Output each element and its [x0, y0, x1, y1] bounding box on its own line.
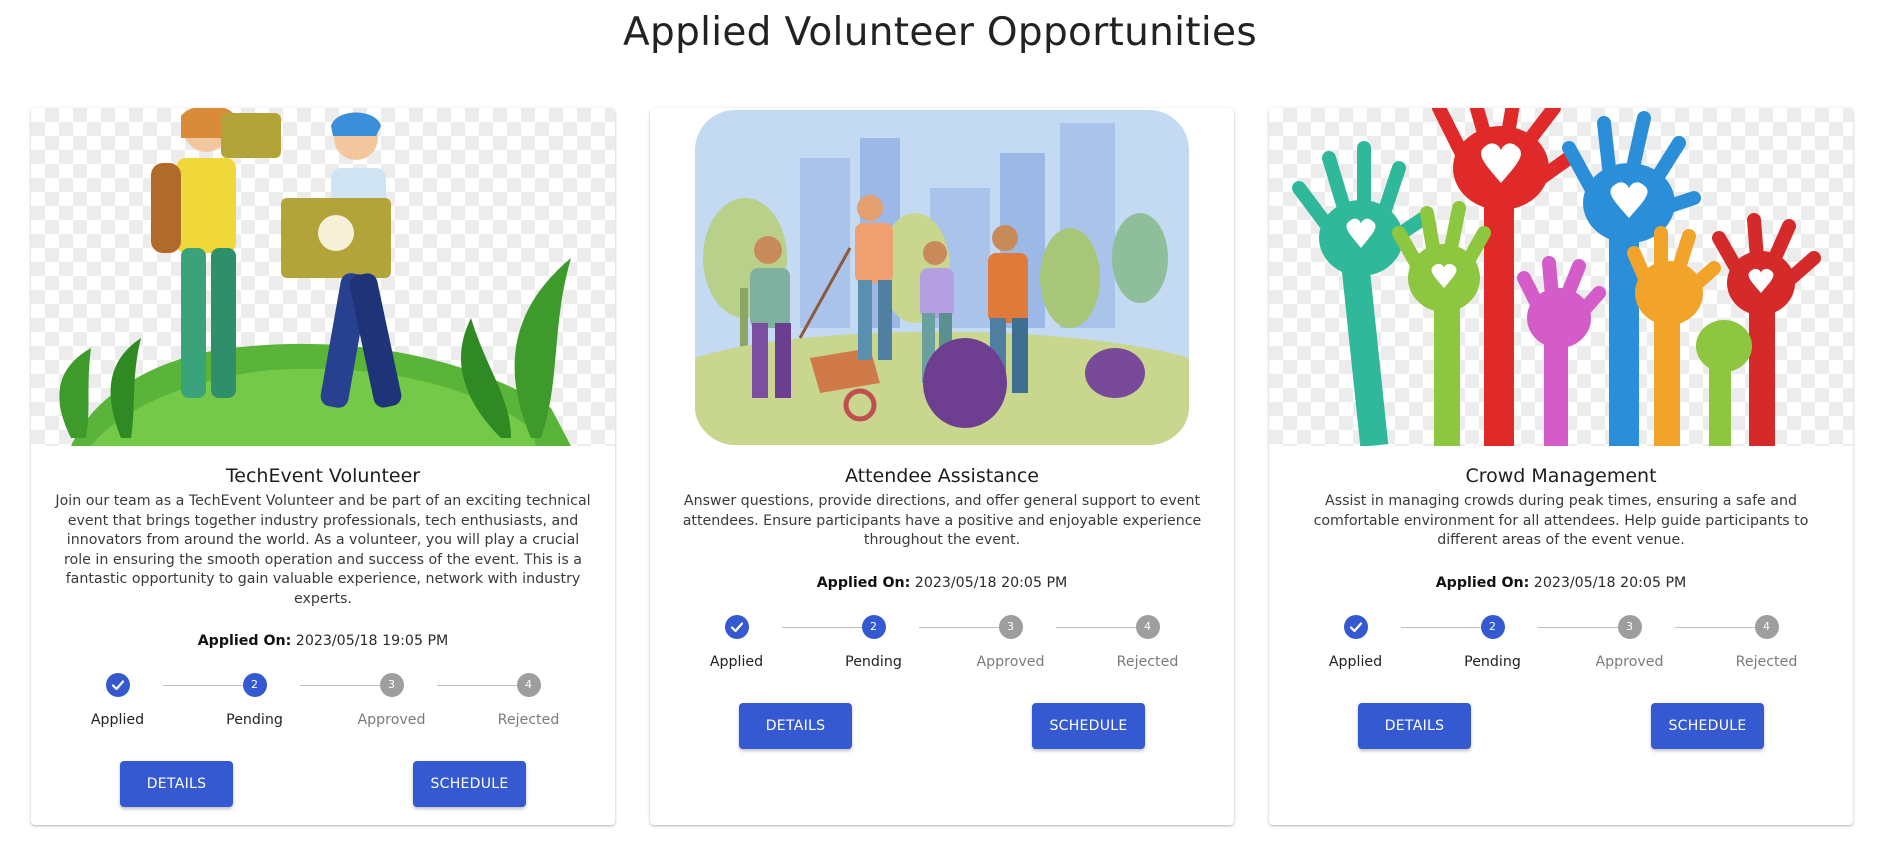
step-number: 4 — [1754, 614, 1779, 639]
step-applied: Applied — [668, 614, 805, 670]
opportunity-card-list: TechEvent Volunteer Join our team as a T… — [31, 108, 1853, 825]
step-applied: Applied — [1287, 614, 1424, 670]
step-pending: 2 Pending — [1424, 614, 1561, 670]
card-title: TechEvent Volunteer — [225, 465, 421, 487]
applied-on-date: Applied On: 2023/05/18 20:05 PM — [650, 573, 1234, 593]
check-icon — [1343, 614, 1368, 639]
applied-on-label: Applied On: — [197, 633, 292, 649]
step-approved: 3 Approved — [323, 673, 460, 728]
schedule-button[interactable]: SCHEDULE — [1032, 702, 1145, 749]
card-title: Attendee Assistance — [844, 465, 1040, 487]
step-label: Applied — [90, 712, 145, 728]
step-label: Applied — [709, 653, 764, 670]
applied-on-date: Applied On: 2023/05/18 20:05 PM — [1269, 573, 1853, 593]
step-label: Rejected — [497, 712, 560, 728]
raised-hands-with-hearts-image — [1269, 108, 1853, 446]
step-number: 2 — [242, 673, 267, 697]
step-number: 3 — [1617, 614, 1642, 639]
page-title: Applied Volunteer Opportunities — [623, 10, 1257, 55]
applied-on-label: Applied On: — [816, 574, 911, 591]
step-number: 2 — [861, 614, 886, 639]
applied-on-value: 2023/05/18 20:05 PM — [914, 574, 1068, 591]
applied-on-label: Applied On: — [1435, 574, 1530, 591]
step-label: Pending — [1464, 653, 1521, 670]
status-stepper: Applied 2 Pending 3 Approved 4 Rejected — [1287, 614, 1835, 679]
step-number: 3 — [379, 673, 404, 697]
schedule-button[interactable]: SCHEDULE — [413, 761, 526, 807]
step-label: Approved — [1595, 653, 1664, 670]
step-number: 3 — [998, 614, 1023, 639]
step-rejected: 4 Rejected — [1698, 614, 1835, 670]
card-description: Answer questions, provide directions, an… — [682, 493, 1202, 548]
card-actions: DETAILS SCHEDULE — [1269, 702, 1853, 749]
opportunity-card: Crowd Management Assist in managing crow… — [1269, 108, 1853, 825]
step-number: 2 — [1480, 614, 1505, 639]
card-description: Assist in managing crowds during peak ti… — [1313, 493, 1809, 548]
step-number: 4 — [516, 673, 541, 697]
step-pending: 2 Pending — [805, 614, 942, 670]
card-actions: DETAILS SCHEDULE — [650, 702, 1234, 749]
step-label: Pending — [845, 653, 902, 670]
step-label: Approved — [976, 653, 1045, 670]
card-title: Crowd Management — [1465, 465, 1657, 487]
status-stepper: Applied 2 Pending 3 Approved 4 Rejected — [49, 673, 597, 737]
applied-on-value: 2023/05/18 19:05 PM — [295, 633, 449, 649]
step-number: 4 — [1135, 614, 1160, 639]
details-button[interactable]: DETAILS — [739, 702, 852, 749]
check-icon — [724, 614, 749, 639]
step-approved: 3 Approved — [1561, 614, 1698, 670]
step-pending: 2 Pending — [186, 673, 323, 728]
card-description: Join our team as a TechEvent Volunteer a… — [55, 493, 591, 607]
check-icon — [105, 673, 130, 697]
step-rejected: 4 Rejected — [1079, 614, 1216, 670]
opportunity-card: Attendee Assistance Answer questions, pr… — [650, 108, 1234, 825]
details-button[interactable]: DETAILS — [120, 761, 233, 807]
step-label: Applied — [1328, 653, 1383, 670]
step-approved: 3 Approved — [942, 614, 1079, 670]
schedule-button[interactable]: SCHEDULE — [1651, 702, 1764, 749]
volunteers-carrying-boxes-image — [31, 108, 615, 446]
step-applied: Applied — [49, 673, 186, 728]
step-label: Pending — [226, 712, 283, 728]
applied-on-value: 2023/05/18 20:05 PM — [1533, 574, 1687, 591]
step-label: Approved — [357, 712, 426, 728]
step-rejected: 4 Rejected — [460, 673, 597, 728]
park-cleanup-volunteers-image — [650, 108, 1234, 446]
details-button[interactable]: DETAILS — [1358, 702, 1471, 749]
step-label: Rejected — [1116, 653, 1179, 670]
card-actions: DETAILS SCHEDULE — [31, 761, 615, 807]
status-stepper: Applied 2 Pending 3 Approved 4 Rejected — [668, 614, 1216, 679]
step-label: Rejected — [1735, 653, 1798, 670]
opportunity-card: TechEvent Volunteer Join our team as a T… — [31, 108, 615, 825]
applied-on-date: Applied On: 2023/05/18 19:05 PM — [31, 631, 615, 651]
